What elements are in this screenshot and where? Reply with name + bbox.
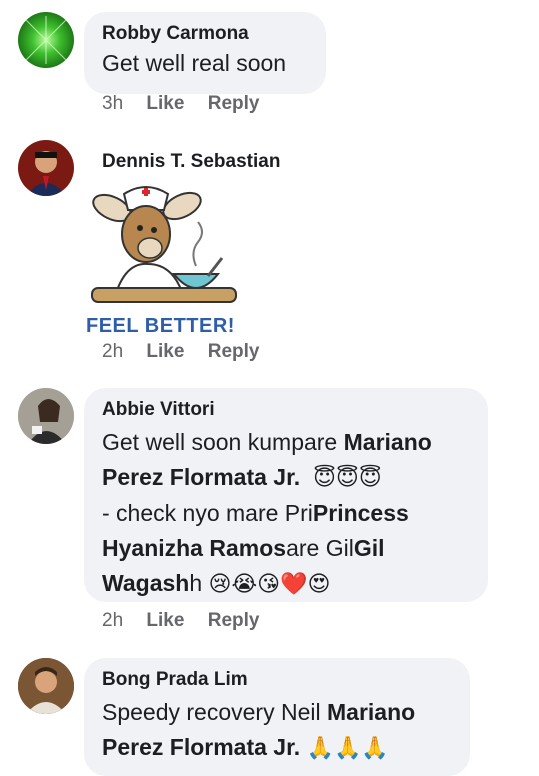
- like-button[interactable]: Like: [146, 341, 184, 362]
- avatar-image-icon: [25, 16, 67, 64]
- comment-text: Speedy recovery Neil Mariano Perez Florm…: [102, 695, 452, 766]
- comment-text: Get well soon kumpare Mariano Perez Flor…: [102, 425, 470, 602]
- comment-bubble: Bong Prada Lim Speedy recovery Neil Mari…: [84, 658, 470, 776]
- tag-mariano-link-cont[interactable]: Perez Flormata Jr.: [102, 464, 300, 490]
- author-name[interactable]: Dennis T. Sebastian: [102, 151, 280, 173]
- timestamp[interactable]: 3h: [102, 93, 123, 114]
- comment-line: Perez Flormata Jr. 😇😇😇: [102, 460, 470, 496]
- like-button[interactable]: Like: [146, 93, 184, 114]
- avatar-image-icon: [18, 658, 74, 714]
- comment-line: Wagashh 😢😭😘❤️😍: [102, 566, 470, 602]
- avatar[interactable]: [18, 12, 74, 68]
- text-segment: are Gil: [286, 535, 354, 561]
- comment-actions: 2h Like Reply: [102, 341, 277, 363]
- timestamp[interactable]: 2h: [102, 610, 123, 631]
- comment-actions: 2h Like Reply: [102, 610, 277, 632]
- comment-bubble: Abbie Vittori Get well soon kumpare Mari…: [84, 388, 488, 602]
- comment-line: Speedy recovery Neil Mariano: [102, 695, 452, 730]
- text-segment: Get well soon kumpare: [102, 429, 344, 455]
- tag-mariano-link-cont[interactable]: Perez Flormata Jr.: [102, 734, 300, 760]
- text-segment: h: [189, 570, 209, 596]
- avatar[interactable]: [18, 658, 74, 714]
- angel-emoji-icon: 😇😇😇: [312, 466, 382, 491]
- comment-text: Get well real soon: [102, 50, 287, 76]
- sticker-deer-nurse-icon[interactable]: [84, 180, 244, 310]
- text-segment: Speedy recovery Neil: [102, 699, 327, 725]
- tag-princess-link-cont[interactable]: Hyanizha Ramos: [102, 535, 286, 561]
- author-name[interactable]: Abbie Vittori: [102, 398, 470, 422]
- comment-line: Get well soon kumpare Mariano: [102, 425, 470, 460]
- reaction-emojis-icon: 😢😭😘❤️😍: [208, 572, 331, 597]
- author-name[interactable]: Bong Prada Lim: [102, 668, 452, 692]
- reply-button[interactable]: Reply: [208, 93, 260, 114]
- tag-mariano-link[interactable]: Mariano: [327, 699, 415, 725]
- reply-button[interactable]: Reply: [208, 341, 260, 362]
- avatar-image-icon: [18, 388, 74, 444]
- author-name[interactable]: Robby Carmona: [102, 22, 308, 46]
- avatar[interactable]: [18, 140, 74, 196]
- reply-button[interactable]: Reply: [208, 610, 260, 631]
- comment-line: Perez Flormata Jr. 🙏🙏🙏: [102, 730, 452, 766]
- text-segment: - check nyo mare Pri: [102, 500, 313, 526]
- like-button[interactable]: Like: [146, 610, 184, 631]
- timestamp[interactable]: 2h: [102, 341, 123, 362]
- sticker-caption: FEEL BETTER!: [86, 315, 235, 337]
- avatar[interactable]: [18, 388, 74, 444]
- comment-bubble: Robby Carmona Get well real soon: [84, 12, 326, 94]
- tag-mariano-link[interactable]: Mariano: [344, 429, 432, 455]
- comment-line: - check nyo mare PriPrincess: [102, 496, 470, 531]
- pray-emoji-icon: 🙏🙏🙏: [306, 736, 389, 761]
- tag-gil-link-cont[interactable]: Wagash: [102, 570, 189, 596]
- avatar-image-icon: [26, 151, 66, 196]
- tag-gil-link[interactable]: Gil: [354, 535, 385, 561]
- tag-princess-link[interactable]: Princess: [313, 500, 409, 526]
- comment-line: Hyanizha Ramosare GilGil: [102, 531, 470, 566]
- comment-actions: 3h Like Reply: [102, 93, 277, 115]
